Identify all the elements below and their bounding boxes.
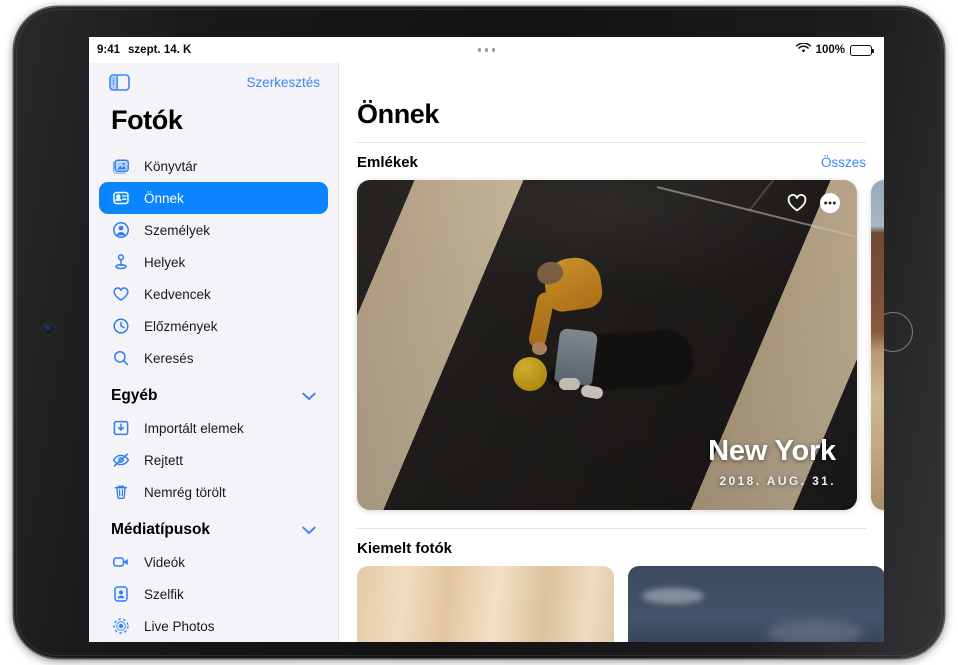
memories-section-header: Emlékek Összes [339,143,884,180]
video-icon [111,552,131,572]
sidebar-item-label: Importált elemek [144,420,244,436]
page-title: Önnek [357,99,440,129]
app-body: Szerkesztés Fotók Könyvtár Önnek Személy… [89,63,884,642]
status-bar: 9:41 szept. 14. K 100% [89,37,884,63]
sidebar-item-history[interactable]: Előzmények [99,310,328,342]
sidebar-toggle-icon[interactable] [109,73,130,91]
sidebar-item-label: Videók [144,554,186,570]
sidebar-item-label: Rejtett [144,452,184,468]
memory-photo [871,180,884,510]
more-options-icon[interactable] [819,192,841,214]
featured-photo-card[interactable] [628,566,884,642]
sidebar-item-label: Önnek [144,190,184,206]
search-icon [111,348,131,368]
main-content: Önnek Emlékek Összes New York 2018. AUG.… [339,63,884,642]
memories-carousel[interactable]: New York 2018. AUG. 31. [339,180,884,510]
featured-photo [357,566,614,642]
sidebar-title: Fotók [111,105,183,135]
featured-photo [628,566,884,642]
sidebar-item-videos[interactable]: Videók [99,546,328,578]
sidebar-item-imported[interactable]: Importált elemek [99,412,328,444]
chevron-down-icon[interactable] [302,526,316,535]
heart-icon [111,284,131,304]
photo-subject [527,250,619,400]
places-pin-icon [111,252,131,272]
sidebar-item-library[interactable]: Könyvtár [99,150,328,182]
sidebar-item-label: Nemrég törölt [144,484,226,500]
sidebar-group-other-header[interactable]: Egyéb [89,374,338,412]
selfie-icon [111,584,131,604]
sidebar-item-live-photos[interactable]: Live Photos [99,610,328,642]
trash-icon [111,482,131,502]
live-photo-icon [111,616,131,636]
front-camera-icon [43,323,54,334]
status-date: szept. 14. K [128,44,192,56]
sidebar-item-label: Könyvtár [144,158,198,174]
featured-photo-card[interactable] [357,566,614,642]
memory-date: 2018. AUG. 31. [719,474,836,488]
section-title: Emlékek [357,154,418,171]
ipad-screen: 9:41 szept. 14. K 100% Szerkesztés Fotók… [89,37,884,642]
see-all-button[interactable]: Összes [821,155,866,170]
featured-photos-row[interactable] [339,566,884,642]
multitask-handle-icon[interactable] [477,48,496,52]
sidebar-group-title: Egyéb [111,387,158,404]
battery-percent-label: 100% [815,44,845,56]
sidebar-item-places[interactable]: Helyek [99,246,328,278]
sidebar-item-label: Helyek [144,254,186,270]
chevron-down-icon[interactable] [302,392,316,401]
content-scroll-area[interactable]: Önnek Emlékek Összes New York 2018. AUG.… [339,63,884,642]
sidebar-item-label: Kedvencek [144,286,211,302]
import-icon [111,418,131,438]
sidebar-item-label: Keresés [144,350,194,366]
for-you-icon [111,188,131,208]
sidebar-group-media-list: Videók Szelfik Live Photos [89,546,338,642]
ipad-device-frame: 9:41 szept. 14. K 100% Szerkesztés Fotók… [14,7,944,658]
sidebar-item-search[interactable]: Keresés [99,342,328,374]
status-time: 9:41 [97,44,121,56]
memory-title: New York [708,435,836,467]
featured-section-header: Kiemelt fotók [339,529,884,566]
memory-card[interactable] [871,180,884,510]
memory-caption: New York 2018. AUG. 31. [708,435,836,488]
sidebar-item-people[interactable]: Személyek [99,214,328,246]
sidebar: Szerkesztés Fotók Könyvtár Önnek Személy… [89,63,339,642]
section-title: Kiemelt fotók [357,540,453,557]
sidebar-item-favorites[interactable]: Kedvencek [99,278,328,310]
sidebar-item-label: Személyek [144,222,211,238]
sidebar-item-recently-deleted[interactable]: Nemrég törölt [99,476,328,508]
photo-ball [513,357,547,391]
wifi-icon [795,42,811,57]
memory-card-actions [786,192,841,214]
hidden-eye-icon [111,450,131,470]
heart-outline-icon[interactable] [786,193,808,213]
sidebar-group-title: Médiatípusok [111,521,211,538]
sidebar-toolbar: Szerkesztés [89,63,338,101]
sidebar-item-label: Előzmények [144,318,218,334]
sidebar-item-label: Szelfik [144,586,184,602]
memory-card[interactable]: New York 2018. AUG. 31. [357,180,857,510]
sidebar-group-media-header[interactable]: Médiatípusok [89,508,338,546]
battery-full-icon [850,44,874,56]
sidebar-primary-list: Könyvtár Önnek Személyek Helyek Kedvence… [89,150,338,374]
sidebar-item-selfies[interactable]: Szelfik [99,578,328,610]
clock-icon [111,316,131,336]
sidebar-item-label: Live Photos [144,618,215,634]
edit-button[interactable]: Szerkesztés [246,75,320,90]
library-icon [111,156,131,176]
sidebar-group-other-list: Importált elemek Rejtett Nemrég törölt [89,412,338,508]
sidebar-item-hidden[interactable]: Rejtett [99,444,328,476]
people-icon [111,220,131,240]
sidebar-item-for-you[interactable]: Önnek [99,182,328,214]
